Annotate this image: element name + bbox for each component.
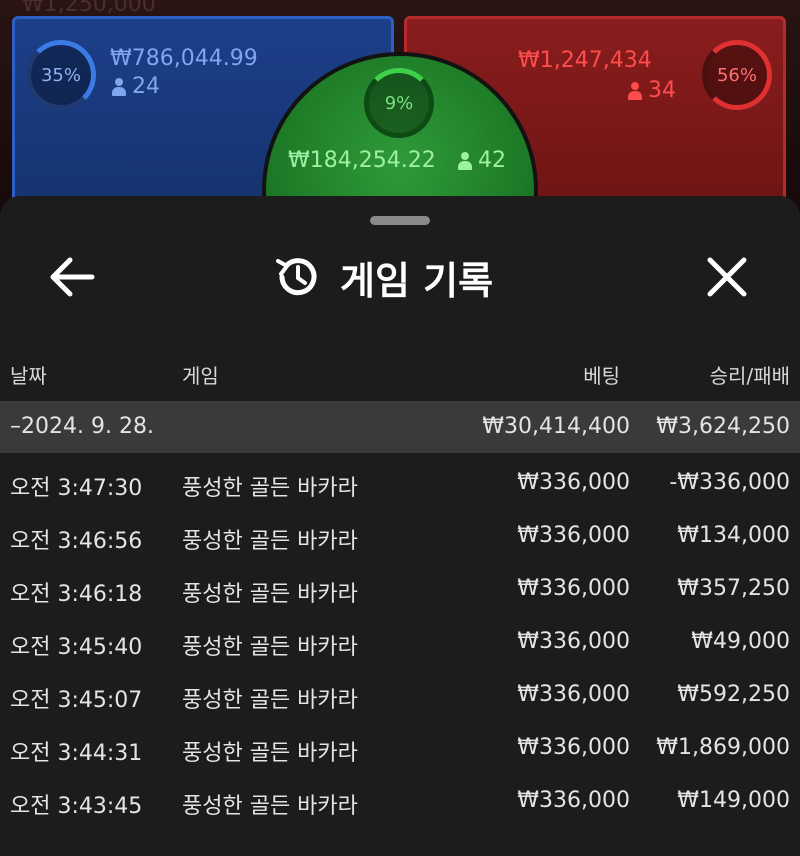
- arrow-left-icon: [50, 257, 95, 297]
- row-result: ₩149,000: [677, 788, 790, 813]
- column-header-game: 게임: [182, 364, 219, 388]
- summary-result: ₩3,624,250: [656, 414, 790, 439]
- row-bet: ₩336,000: [517, 682, 630, 707]
- row-bet: ₩336,000: [517, 788, 630, 813]
- tie-amount: ₩184,254.22: [288, 148, 436, 173]
- tie-count-value: 42: [478, 148, 506, 173]
- tie-percent-ring: 9%: [364, 68, 434, 138]
- tie-percent: 9%: [384, 92, 414, 114]
- page-title: 게임 기록: [340, 258, 494, 303]
- person-icon: [628, 81, 642, 100]
- banker-count-value: 34: [648, 78, 676, 103]
- person-icon: [458, 151, 472, 170]
- column-header-bet: 베팅: [583, 364, 620, 388]
- game-history-sheet: 게임 기록 날짜 게임 베팅 승리/패배 –2024. 9. 28. ₩30,4…: [0, 196, 800, 856]
- banker-amount: ₩1,247,434: [518, 48, 652, 73]
- row-game: 풍성한 골든 바카라: [182, 635, 358, 660]
- row-time: 오전 3:45:40: [10, 635, 143, 660]
- banker-percent: 56%: [716, 64, 757, 86]
- tie-count: 42: [458, 148, 506, 173]
- ghost-total: ₩1,250,000: [22, 0, 156, 17]
- row-time: 오전 3:43:45: [10, 794, 143, 819]
- row-time: 오전 3:46:18: [10, 582, 143, 607]
- row-game: 풍성한 골든 바카라: [182, 529, 358, 554]
- date-summary-row[interactable]: –2024. 9. 28. ₩30,414,400 ₩3,624,250: [0, 401, 800, 453]
- history-icon: [276, 258, 317, 296]
- title-group: 게임 기록: [272, 248, 493, 306]
- back-button[interactable]: [48, 254, 96, 300]
- column-header-result: 승리/패배: [709, 364, 790, 388]
- table-row[interactable]: 오전 3:47:30 풍성한 골든 바카라 ₩336,000 -₩336,000: [0, 458, 800, 511]
- close-button[interactable]: [702, 252, 752, 302]
- summary-date: –2024. 9. 28.: [10, 414, 154, 439]
- column-header-date: 날짜: [10, 364, 47, 388]
- row-bet: ₩336,000: [517, 576, 630, 601]
- player-count-value: 24: [132, 74, 160, 99]
- table-row[interactable]: 오전 3:46:56 풍성한 골든 바카라 ₩336,000 ₩134,000: [0, 511, 800, 564]
- row-game: 풍성한 골든 바카라: [182, 794, 358, 819]
- row-result: ₩49,000: [691, 629, 790, 654]
- close-icon: [707, 257, 747, 297]
- row-game: 풍성한 골든 바카라: [182, 688, 358, 713]
- table-row[interactable]: 오전 3:45:07 풍성한 골든 바카라 ₩336,000 ₩592,250: [0, 670, 800, 723]
- drag-handle[interactable]: [370, 216, 430, 225]
- player-count: 24: [112, 74, 160, 99]
- table-row[interactable]: 오전 3:44:31 풍성한 골든 바카라 ₩336,000 ₩1,869,00…: [0, 723, 800, 776]
- row-bet: ₩336,000: [517, 523, 630, 548]
- row-result: ₩592,250: [677, 682, 790, 707]
- player-percent-ring: 35%: [26, 40, 96, 110]
- banker-count: 34: [628, 78, 676, 103]
- table-row[interactable]: 오전 3:43:45 풍성한 골든 바카라 ₩336,000 ₩149,000: [0, 776, 800, 829]
- person-icon: [112, 77, 126, 96]
- row-bet: ₩336,000: [517, 629, 630, 654]
- sheet-header: 게임 기록: [0, 238, 800, 316]
- row-game: 풍성한 골든 바카라: [182, 582, 358, 607]
- table-row[interactable]: 오전 3:45:40 풍성한 골든 바카라 ₩336,000 ₩49,000: [0, 617, 800, 670]
- table-row[interactable]: 오전 3:46:18 풍성한 골든 바카라 ₩336,000 ₩357,250: [0, 564, 800, 617]
- row-result: ₩357,250: [677, 576, 790, 601]
- row-game: 풍성한 골든 바카라: [182, 741, 358, 766]
- row-result: -₩336,000: [669, 470, 790, 495]
- banker-percent-ring: 56%: [702, 40, 772, 110]
- row-result: ₩1,869,000: [656, 735, 790, 760]
- row-time: 오전 3:46:56: [10, 529, 143, 554]
- player-amount: ₩786,044.99: [110, 46, 258, 71]
- row-time: 오전 3:47:30: [10, 476, 143, 501]
- row-result: ₩134,000: [677, 523, 790, 548]
- summary-bet: ₩30,414,400: [482, 414, 630, 439]
- row-game: 풍성한 골든 바카라: [182, 476, 358, 501]
- row-time: 오전 3:45:07: [10, 688, 143, 713]
- row-time: 오전 3:44:31: [10, 741, 143, 766]
- row-bet: ₩336,000: [517, 470, 630, 495]
- betting-area: ₩1,250,000 35% ₩786,044.99 24 56% ₩1,247…: [0, 0, 800, 215]
- row-bet: ₩336,000: [517, 735, 630, 760]
- player-percent: 35%: [40, 64, 81, 86]
